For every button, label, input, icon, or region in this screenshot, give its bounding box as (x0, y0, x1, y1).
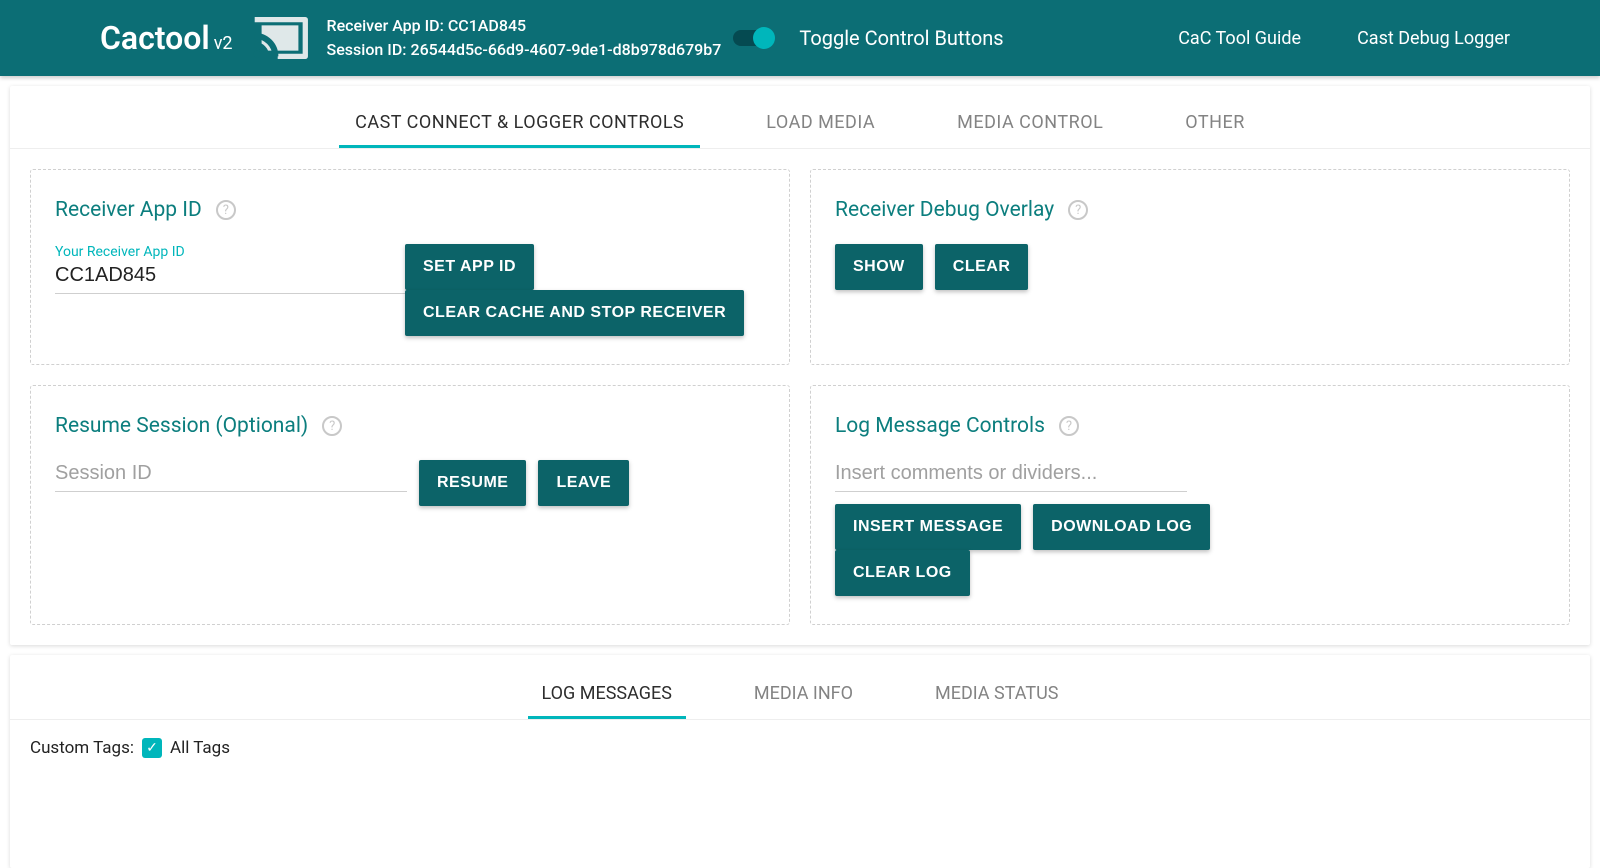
controls-panel: CAST CONNECT & LOGGER CONTROLS LOAD MEDI… (10, 86, 1590, 645)
tab-media-info[interactable]: MEDIA INFO (740, 671, 867, 719)
card-title: Resume Session (Optional) (55, 414, 308, 438)
app-header: Cactool v2 Receiver App ID: CC1AD845 Ses… (0, 0, 1600, 76)
clear-overlay-button[interactable]: CLEAR (935, 244, 1029, 290)
insert-message-button[interactable]: INSERT MESSAGE (835, 504, 1021, 550)
resume-button[interactable]: RESUME (419, 460, 526, 506)
help-icon[interactable]: ? (1059, 416, 1079, 436)
all-tags-checkbox[interactable]: ✓ (142, 738, 162, 758)
custom-tags-label: Custom Tags: (30, 738, 134, 758)
toggle-control-buttons: Toggle Control Buttons (733, 26, 1003, 50)
card-title: Receiver App ID (55, 198, 202, 222)
session-id-line: Session ID: 26544d5c-66d9-4607-9de1-d8b9… (327, 38, 722, 62)
set-app-id-button[interactable]: SET APP ID (405, 244, 534, 290)
download-log-button[interactable]: DOWNLOAD LOG (1033, 504, 1210, 550)
tab-cast-connect[interactable]: CAST CONNECT & LOGGER CONTROLS (339, 100, 700, 148)
log-panel: LOG MESSAGES MEDIA INFO MEDIA STATUS Cus… (10, 655, 1590, 868)
help-icon[interactable]: ? (322, 416, 342, 436)
link-cast-debug-logger[interactable]: Cast Debug Logger (1357, 28, 1510, 49)
session-id-input[interactable] (55, 460, 407, 492)
tab-log-messages[interactable]: LOG MESSAGES (528, 671, 686, 719)
input-label: Your Receiver App ID (55, 244, 407, 260)
link-cac-guide[interactable]: CaC Tool Guide (1178, 28, 1301, 49)
tab-load-media[interactable]: LOAD MEDIA (750, 100, 891, 148)
cast-icon[interactable] (249, 14, 311, 62)
help-icon[interactable]: ? (1068, 200, 1088, 220)
card-title: Receiver Debug Overlay (835, 198, 1054, 222)
log-body (10, 758, 1590, 868)
header-links: CaC Tool Guide Cast Debug Logger (1178, 28, 1580, 49)
log-comment-input[interactable] (835, 460, 1187, 492)
main-tabs: CAST CONNECT & LOGGER CONTROLS LOAD MEDI… (10, 86, 1590, 149)
clear-log-button[interactable]: CLEAR LOG (835, 550, 970, 596)
tab-media-control[interactable]: MEDIA CONTROL (941, 100, 1119, 148)
toggle-switch[interactable] (733, 30, 773, 46)
app-name: Cactool (100, 19, 210, 57)
receiver-id-line: Receiver App ID: CC1AD845 (327, 14, 722, 38)
receiver-app-id-input[interactable] (55, 262, 407, 294)
card-title: Log Message Controls (835, 414, 1045, 438)
custom-tags-row: Custom Tags: ✓ All Tags (10, 720, 1590, 758)
leave-button[interactable]: LEAVE (538, 460, 629, 506)
card-receiver-debug-overlay: Receiver Debug Overlay ? SHOW CLEAR (810, 169, 1570, 365)
card-log-message-controls: Log Message Controls ? INSERT MESSAGE DO… (810, 385, 1570, 625)
all-tags-label: All Tags (170, 738, 230, 758)
card-resume-session: Resume Session (Optional) ? RESUME LEAVE (30, 385, 790, 625)
session-info: Receiver App ID: CC1AD845 Session ID: 26… (327, 14, 722, 62)
help-icon[interactable]: ? (216, 200, 236, 220)
clear-cache-stop-receiver-button[interactable]: CLEAR CACHE AND STOP RECEIVER (405, 290, 744, 336)
app-title: Cactool v2 (100, 19, 233, 57)
app-version: v2 (214, 33, 233, 54)
card-receiver-app-id: Receiver App ID ? Your Receiver App ID S… (30, 169, 790, 365)
toggle-label: Toggle Control Buttons (799, 26, 1003, 50)
tab-other[interactable]: OTHER (1169, 100, 1261, 148)
log-tabs: LOG MESSAGES MEDIA INFO MEDIA STATUS (10, 655, 1590, 720)
tab-media-status[interactable]: MEDIA STATUS (921, 671, 1072, 719)
show-overlay-button[interactable]: SHOW (835, 244, 923, 290)
